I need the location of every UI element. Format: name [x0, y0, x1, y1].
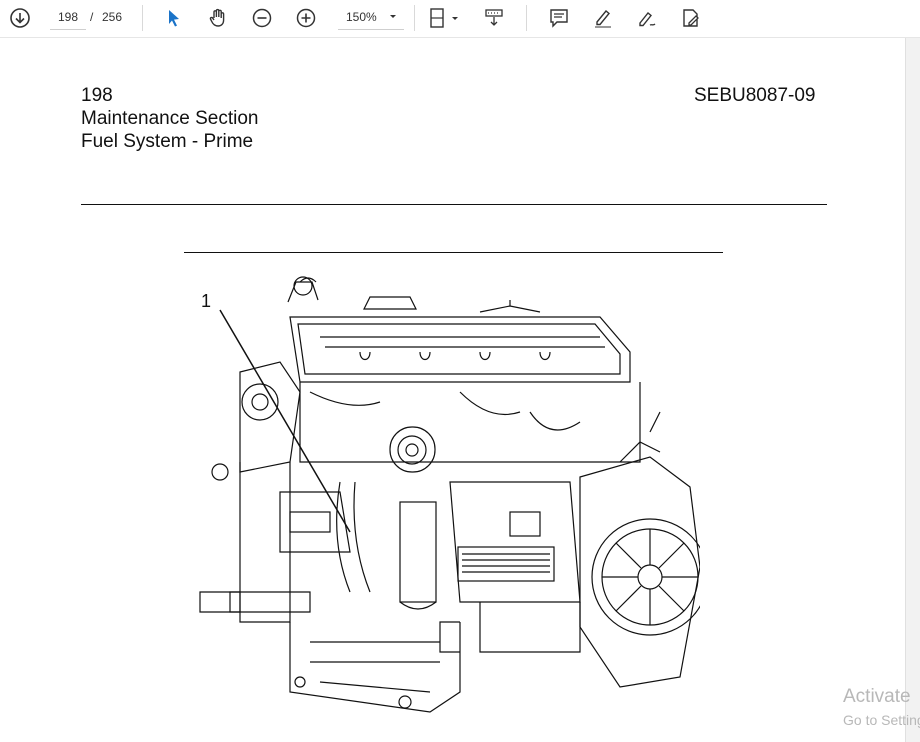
highlight-icon[interactable]: [589, 4, 617, 32]
toolbar-divider: [414, 5, 415, 31]
page-number-heading: 198: [81, 85, 113, 106]
toolbar-divider: [526, 5, 527, 31]
zoom-value: 150%: [346, 10, 377, 24]
hand-tool-icon[interactable]: [204, 4, 232, 32]
download-icon[interactable]: [6, 4, 34, 32]
zoom-out-icon[interactable]: [248, 4, 276, 32]
zoom-select[interactable]: 150%: [338, 5, 404, 30]
document-code: SEBU8087-09: [694, 85, 816, 106]
page-number-input[interactable]: 198: [50, 5, 86, 30]
comment-icon[interactable]: [545, 4, 573, 32]
pdf-toolbar: 198 / 256 150%: [0, 0, 920, 38]
activation-watermark-subtext: Go to Settings: [843, 712, 920, 728]
fill-and-sign-icon[interactable]: [677, 4, 705, 32]
figure-top-divider: [184, 252, 723, 253]
activation-watermark: Activate: [843, 686, 911, 707]
chevron-down-icon: [388, 5, 398, 37]
toolbar-divider: [142, 5, 143, 31]
section-heading: Maintenance Section: [81, 108, 259, 129]
page-separator: /: [90, 10, 94, 24]
select-cursor-icon[interactable]: [160, 4, 188, 32]
scroll-mode-icon[interactable]: [480, 4, 508, 32]
vertical-scrollbar[interactable]: [905, 38, 920, 742]
topic-heading: Fuel System - Prime: [81, 131, 254, 152]
zoom-in-icon[interactable]: [292, 4, 320, 32]
header-divider: [81, 204, 827, 205]
total-pages: 256: [102, 10, 123, 24]
draw-icon[interactable]: [633, 4, 661, 32]
page-view-icon[interactable]: [424, 4, 464, 32]
engine-illustration: [199, 276, 700, 713]
